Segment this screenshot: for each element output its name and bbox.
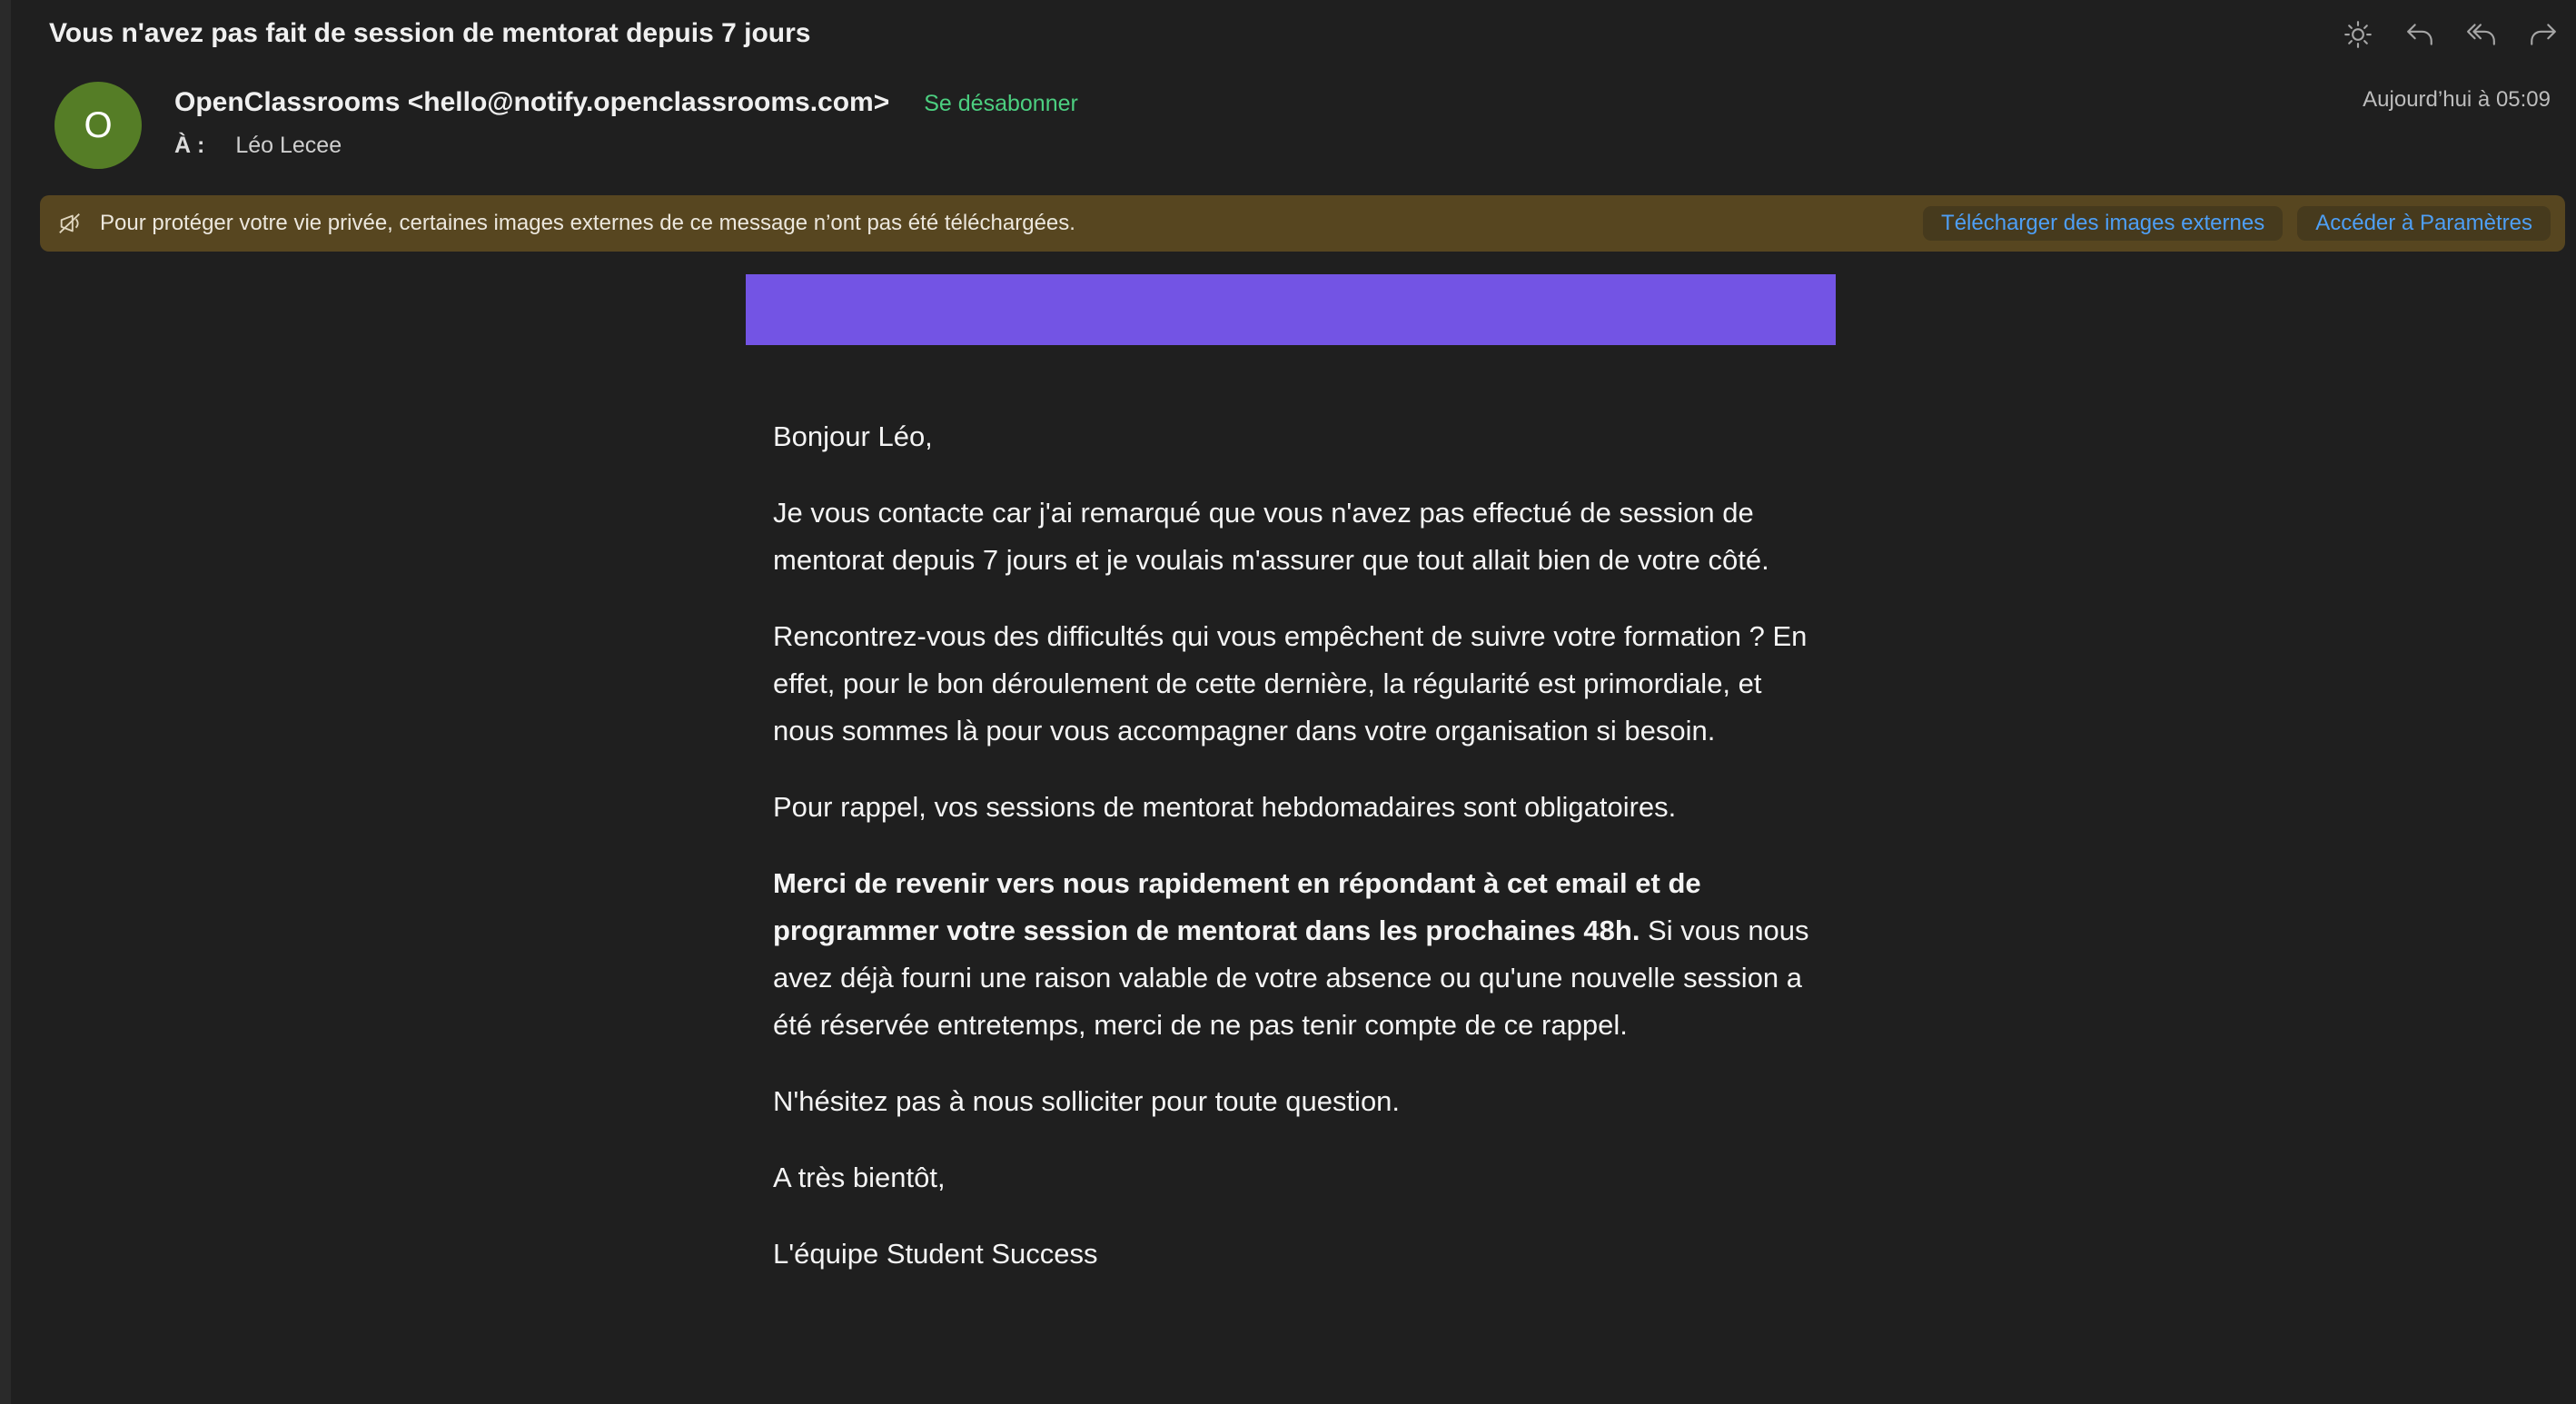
mail-message-view: Vous n'avez pas fait de session de mento…	[11, 0, 2576, 1404]
email-bold-request: Merci de revenir vers nous rapidement en…	[773, 867, 1701, 946]
reply-icon	[2407, 24, 2432, 45]
email-paragraph-callout: Merci de revenir vers nous rapidement en…	[773, 860, 1827, 1049]
email-paragraph: N'hésitez pas à nous solliciter pour tou…	[773, 1085, 1401, 1117]
email-paragraph: Je vous contacte car j'ai remarqué que v…	[773, 497, 1769, 576]
message-toolbar	[2338, 15, 2563, 54]
recipient-name[interactable]: Léo Lecee	[235, 133, 342, 159]
reply-all-icon	[2467, 24, 2495, 45]
email-paragraph: Rencontrez-vous des difficultés qui vous…	[773, 620, 1808, 746]
window-edge	[0, 0, 11, 1404]
forward-button[interactable]	[2523, 15, 2563, 54]
forward-icon	[2531, 24, 2556, 45]
email-closing: A très bientôt,	[773, 1162, 946, 1193]
email-signature: L'équipe Student Success	[773, 1238, 1098, 1270]
download-external-images-button[interactable]: Télécharger des images externes	[1923, 206, 2284, 241]
message-date: Aujourd’hui à 05:09	[2363, 87, 2551, 112]
to-label: À :	[174, 133, 205, 158]
sender-address[interactable]: OpenClassrooms <hello@notify.openclassro…	[174, 87, 889, 118]
brightness-toggle-button[interactable]	[2338, 15, 2378, 54]
email-paragraph: Pour rappel, vos sessions de mentorat he…	[773, 791, 1677, 823]
reply-all-button[interactable]	[2462, 15, 2502, 54]
email-greeting: Bonjour Léo,	[773, 420, 933, 452]
reply-button[interactable]	[2400, 15, 2440, 54]
privacy-banner: Pour protéger votre vie privée, certaine…	[40, 195, 2565, 252]
recipient-line: À : Léo Lecee	[174, 133, 342, 159]
privacy-banner-text: Pour protéger votre vie privée, certaine…	[100, 211, 1075, 235]
message-subject: Vous n'avez pas fait de session de mento…	[49, 18, 811, 48]
sender-line: OpenClassrooms <hello@notify.openclassro…	[174, 87, 1078, 118]
privacy-shield-icon	[56, 210, 84, 237]
open-settings-button[interactable]: Accéder à Paramètres	[2297, 206, 2551, 241]
unsubscribe-link[interactable]: Se désabonner	[924, 91, 1078, 117]
sender-avatar: O	[54, 82, 142, 169]
email-header-banner	[746, 274, 1836, 345]
email-body: Bonjour Léo, Je vous contacte car j'ai r…	[773, 413, 1827, 1307]
brightness-icon	[2344, 21, 2372, 48]
